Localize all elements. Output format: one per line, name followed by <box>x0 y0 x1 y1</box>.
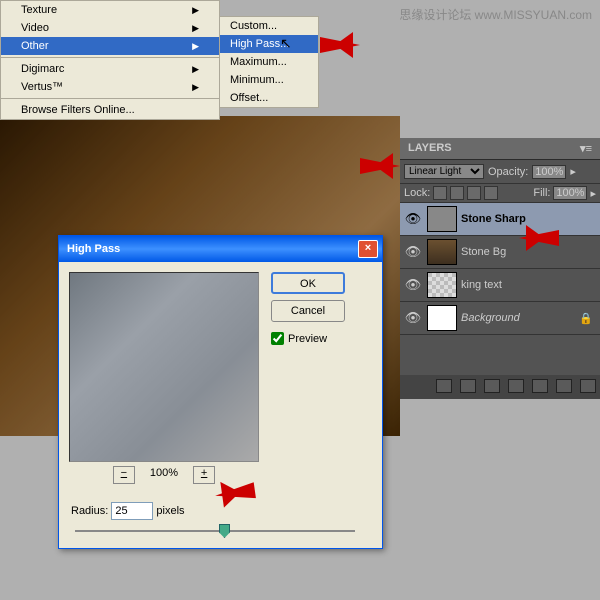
preview-thumbnail[interactable] <box>69 272 259 462</box>
layer-row-stone-sharp[interactable]: 👁 Stone Sharp <box>400 203 600 236</box>
layer-thumbnail[interactable] <box>427 305 457 331</box>
layers-footer <box>400 375 600 399</box>
mask-icon[interactable] <box>484 379 500 393</box>
lock-position-icon[interactable] <box>467 186 481 200</box>
dialog-title: High Pass <box>67 243 120 255</box>
layer-thumbnail[interactable] <box>427 272 457 298</box>
close-icon[interactable]: × <box>358 240 378 258</box>
opacity-input[interactable]: 100% <box>532 165 566 179</box>
group-icon[interactable] <box>532 379 548 393</box>
trash-icon[interactable] <box>580 379 596 393</box>
layer-name[interactable]: Background <box>461 312 520 324</box>
zoom-in-button[interactable]: + <box>193 466 215 484</box>
radius-slider[interactable] <box>75 524 355 538</box>
layer-row-king-text[interactable]: 👁 king text <box>400 269 600 302</box>
menu-video[interactable]: Video▶ <box>1 19 219 37</box>
lock-pixels-icon[interactable] <box>450 186 464 200</box>
submenu-maximum[interactable]: Maximum... <box>220 53 318 71</box>
fill-label: Fill: <box>533 187 550 199</box>
new-layer-icon[interactable] <box>556 379 572 393</box>
menu-browse-online[interactable]: Browse Filters Online... <box>1 101 219 119</box>
layer-thumbnail[interactable] <box>427 239 457 265</box>
layer-row-background[interactable]: 👁 Background 🔒 <box>400 302 600 335</box>
menu-other[interactable]: Other▶ <box>1 37 219 55</box>
lock-label: Lock: <box>404 187 430 199</box>
zoom-out-button[interactable]: − <box>113 466 135 484</box>
opacity-label: Opacity: <box>488 166 528 178</box>
lock-transparent-icon[interactable] <box>433 186 447 200</box>
layers-panel: LAYERS▾≡ Linear Light Opacity: 100%▸ Loc… <box>400 138 600 399</box>
menu-vertus[interactable]: Vertus™▶ <box>1 78 219 96</box>
cursor-icon: ↖ <box>280 35 292 52</box>
red-arrow <box>320 37 360 53</box>
layer-name[interactable]: Stone Bg <box>461 246 506 258</box>
dialog-titlebar[interactable]: High Pass × <box>59 236 382 262</box>
visibility-icon[interactable]: 👁 <box>403 211 423 227</box>
submenu-custom[interactable]: Custom... <box>220 17 318 35</box>
red-arrow <box>214 482 256 503</box>
fill-input[interactable]: 100% <box>553 186 587 200</box>
layer-row-stone-bg[interactable]: 👁 Stone Bg <box>400 236 600 269</box>
visibility-icon[interactable]: 👁 <box>403 310 423 326</box>
separator <box>1 57 219 58</box>
preview-checkbox[interactable]: Preview <box>271 332 345 345</box>
red-arrow <box>360 158 400 174</box>
link-layers-icon[interactable] <box>436 379 452 393</box>
zoom-level: 100% <box>150 467 178 479</box>
layer-thumbnail[interactable] <box>427 206 457 232</box>
layers-panel-title: LAYERS <box>408 142 452 155</box>
ok-button[interactable]: OK <box>271 272 345 294</box>
radius-input[interactable] <box>111 502 153 520</box>
watermark: 思缘设计论坛 www.MISSYUAN.com <box>399 6 592 23</box>
cancel-button[interactable]: Cancel <box>271 300 345 322</box>
radius-label: Radius: <box>71 505 108 517</box>
panel-menu-icon[interactable]: ▾≡ <box>580 142 592 155</box>
submenu-offset[interactable]: Offset... <box>220 89 318 107</box>
menu-texture[interactable]: Texture▶ <box>1 1 219 19</box>
red-arrow <box>519 230 559 246</box>
slider-thumb[interactable] <box>219 524 230 538</box>
separator <box>1 98 219 99</box>
submenu-highpass[interactable]: High Pass... <box>220 35 318 53</box>
filter-menu: Texture▶ Video▶ Other▶ Digimarc▶ Vertus™… <box>0 0 220 120</box>
menu-digimarc[interactable]: Digimarc▶ <box>1 60 219 78</box>
radius-unit: pixels <box>156 505 184 517</box>
layer-name[interactable]: king text <box>461 279 502 291</box>
lock-icon: 🔒 <box>579 312 593 325</box>
other-submenu: Custom... High Pass... Maximum... Minimu… <box>219 16 319 108</box>
fx-icon[interactable] <box>460 379 476 393</box>
lock-all-icon[interactable] <box>484 186 498 200</box>
layer-name[interactable]: Stone Sharp <box>461 213 526 225</box>
adjustment-icon[interactable] <box>508 379 524 393</box>
visibility-icon[interactable]: 👁 <box>403 244 423 260</box>
blend-mode-select[interactable]: Linear Light <box>404 164 484 179</box>
submenu-minimum[interactable]: Minimum... <box>220 71 318 89</box>
visibility-icon[interactable]: 👁 <box>403 277 423 293</box>
